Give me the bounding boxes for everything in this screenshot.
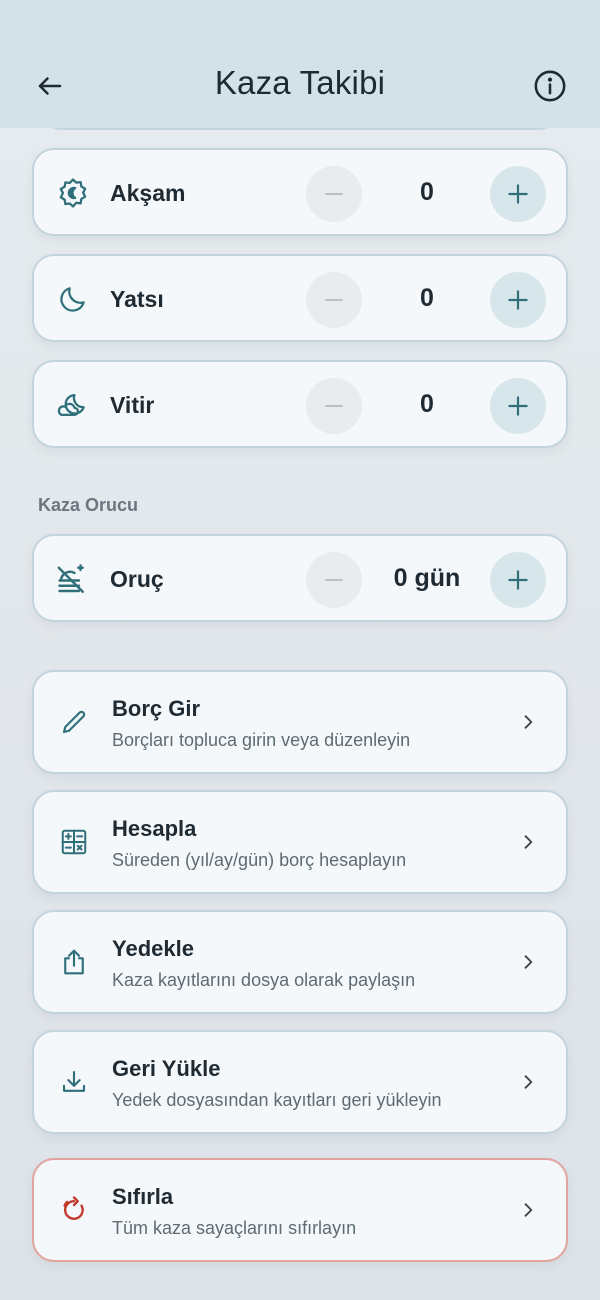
minus-icon: [325, 299, 343, 301]
info-circle-icon: [534, 70, 566, 102]
decrement-button[interactable]: [306, 272, 362, 328]
action-subtitle: Yedek dosyasından kayıtları geri yükleyi…: [112, 1090, 442, 1110]
action-hesapla[interactable]: Hesapla Süreden (yıl/ay/gün) borç hesapl…: [32, 790, 568, 894]
decrement-button[interactable]: [306, 552, 362, 608]
decrement-button[interactable]: [306, 166, 362, 222]
counter-value: 0: [420, 284, 434, 312]
plus-icon: [508, 184, 528, 204]
chevron-right-icon: [516, 710, 540, 734]
minus-icon: [325, 579, 343, 581]
action-subtitle: Borçları topluca girin veya düzenleyin: [112, 730, 411, 750]
page-title: Kaza Takibi: [214, 64, 386, 101]
no-food-icon: [54, 560, 92, 598]
chevron-right-icon: [516, 1198, 540, 1222]
counter-card-aksam: Akşam 0: [32, 148, 568, 236]
increment-button[interactable]: [490, 272, 546, 328]
action-geri-yukle[interactable]: Geri Yükle Yedek dosyasından kayıtları g…: [32, 1030, 568, 1134]
counter-card-vitir: Vitir 0: [32, 360, 568, 448]
counter-card-yatsi: Yatsı 0: [32, 254, 568, 342]
fasting-label: Oruç: [110, 566, 164, 592]
increment-button[interactable]: [490, 166, 546, 222]
action-title: Sıfırla: [112, 1184, 174, 1209]
counter-value: 0: [420, 390, 434, 418]
share-icon: [56, 944, 92, 980]
calculator-icon: [56, 824, 92, 860]
plus-icon: [508, 570, 528, 590]
action-title: Yedekle: [112, 936, 194, 961]
section-label-fasting: Kaza Orucu: [38, 495, 139, 515]
reset-icon: [56, 1192, 92, 1228]
action-title: Hesapla: [112, 816, 197, 841]
action-subtitle: Kaza kayıtlarını dosya olarak paylaşın: [112, 970, 416, 990]
chevron-right-icon: [516, 950, 540, 974]
prayer-label: Akşam: [110, 180, 186, 206]
pencil-icon: [56, 704, 92, 740]
counter-value: 0: [420, 178, 434, 206]
moon-cloud-icon: [54, 386, 92, 424]
counter-value: 0 gün: [393, 564, 461, 592]
sunset-moon-icon: [54, 174, 92, 212]
increment-button[interactable]: [490, 378, 546, 434]
action-yedekle[interactable]: Yedekle Kaza kayıtlarını dosya olarak pa…: [32, 910, 568, 1014]
increment-button[interactable]: [490, 552, 546, 608]
action-title: Geri Yükle: [112, 1056, 221, 1081]
chevron-right-icon: [516, 830, 540, 854]
counter-card-oruc: Oruç 0 gün: [32, 534, 568, 622]
moon-icon: [54, 280, 92, 318]
prayer-label: Vitir: [110, 392, 155, 418]
action-borc-gir[interactable]: Borç Gir Borçları topluca girin veya düz…: [32, 670, 568, 774]
app-bar: Kaza Takibi: [0, 0, 600, 128]
action-subtitle: Tüm kaza sayaçlarını sıfırlayın: [112, 1218, 357, 1238]
minus-icon: [325, 405, 343, 407]
action-title: Borç Gir: [112, 696, 201, 721]
chevron-right-icon: [516, 1070, 540, 1094]
download-icon: [56, 1064, 92, 1100]
decrement-button[interactable]: [306, 378, 362, 434]
info-button[interactable]: [530, 66, 570, 106]
minus-icon: [325, 193, 343, 195]
plus-icon: [508, 290, 528, 310]
action-subtitle: Süreden (yıl/ay/gün) borç hesaplayın: [112, 850, 407, 870]
action-sifirla[interactable]: Sıfırla Tüm kaza sayaçlarını sıfırlayın: [32, 1158, 568, 1262]
prayer-label: Yatsı: [110, 286, 164, 312]
plus-icon: [508, 396, 528, 416]
